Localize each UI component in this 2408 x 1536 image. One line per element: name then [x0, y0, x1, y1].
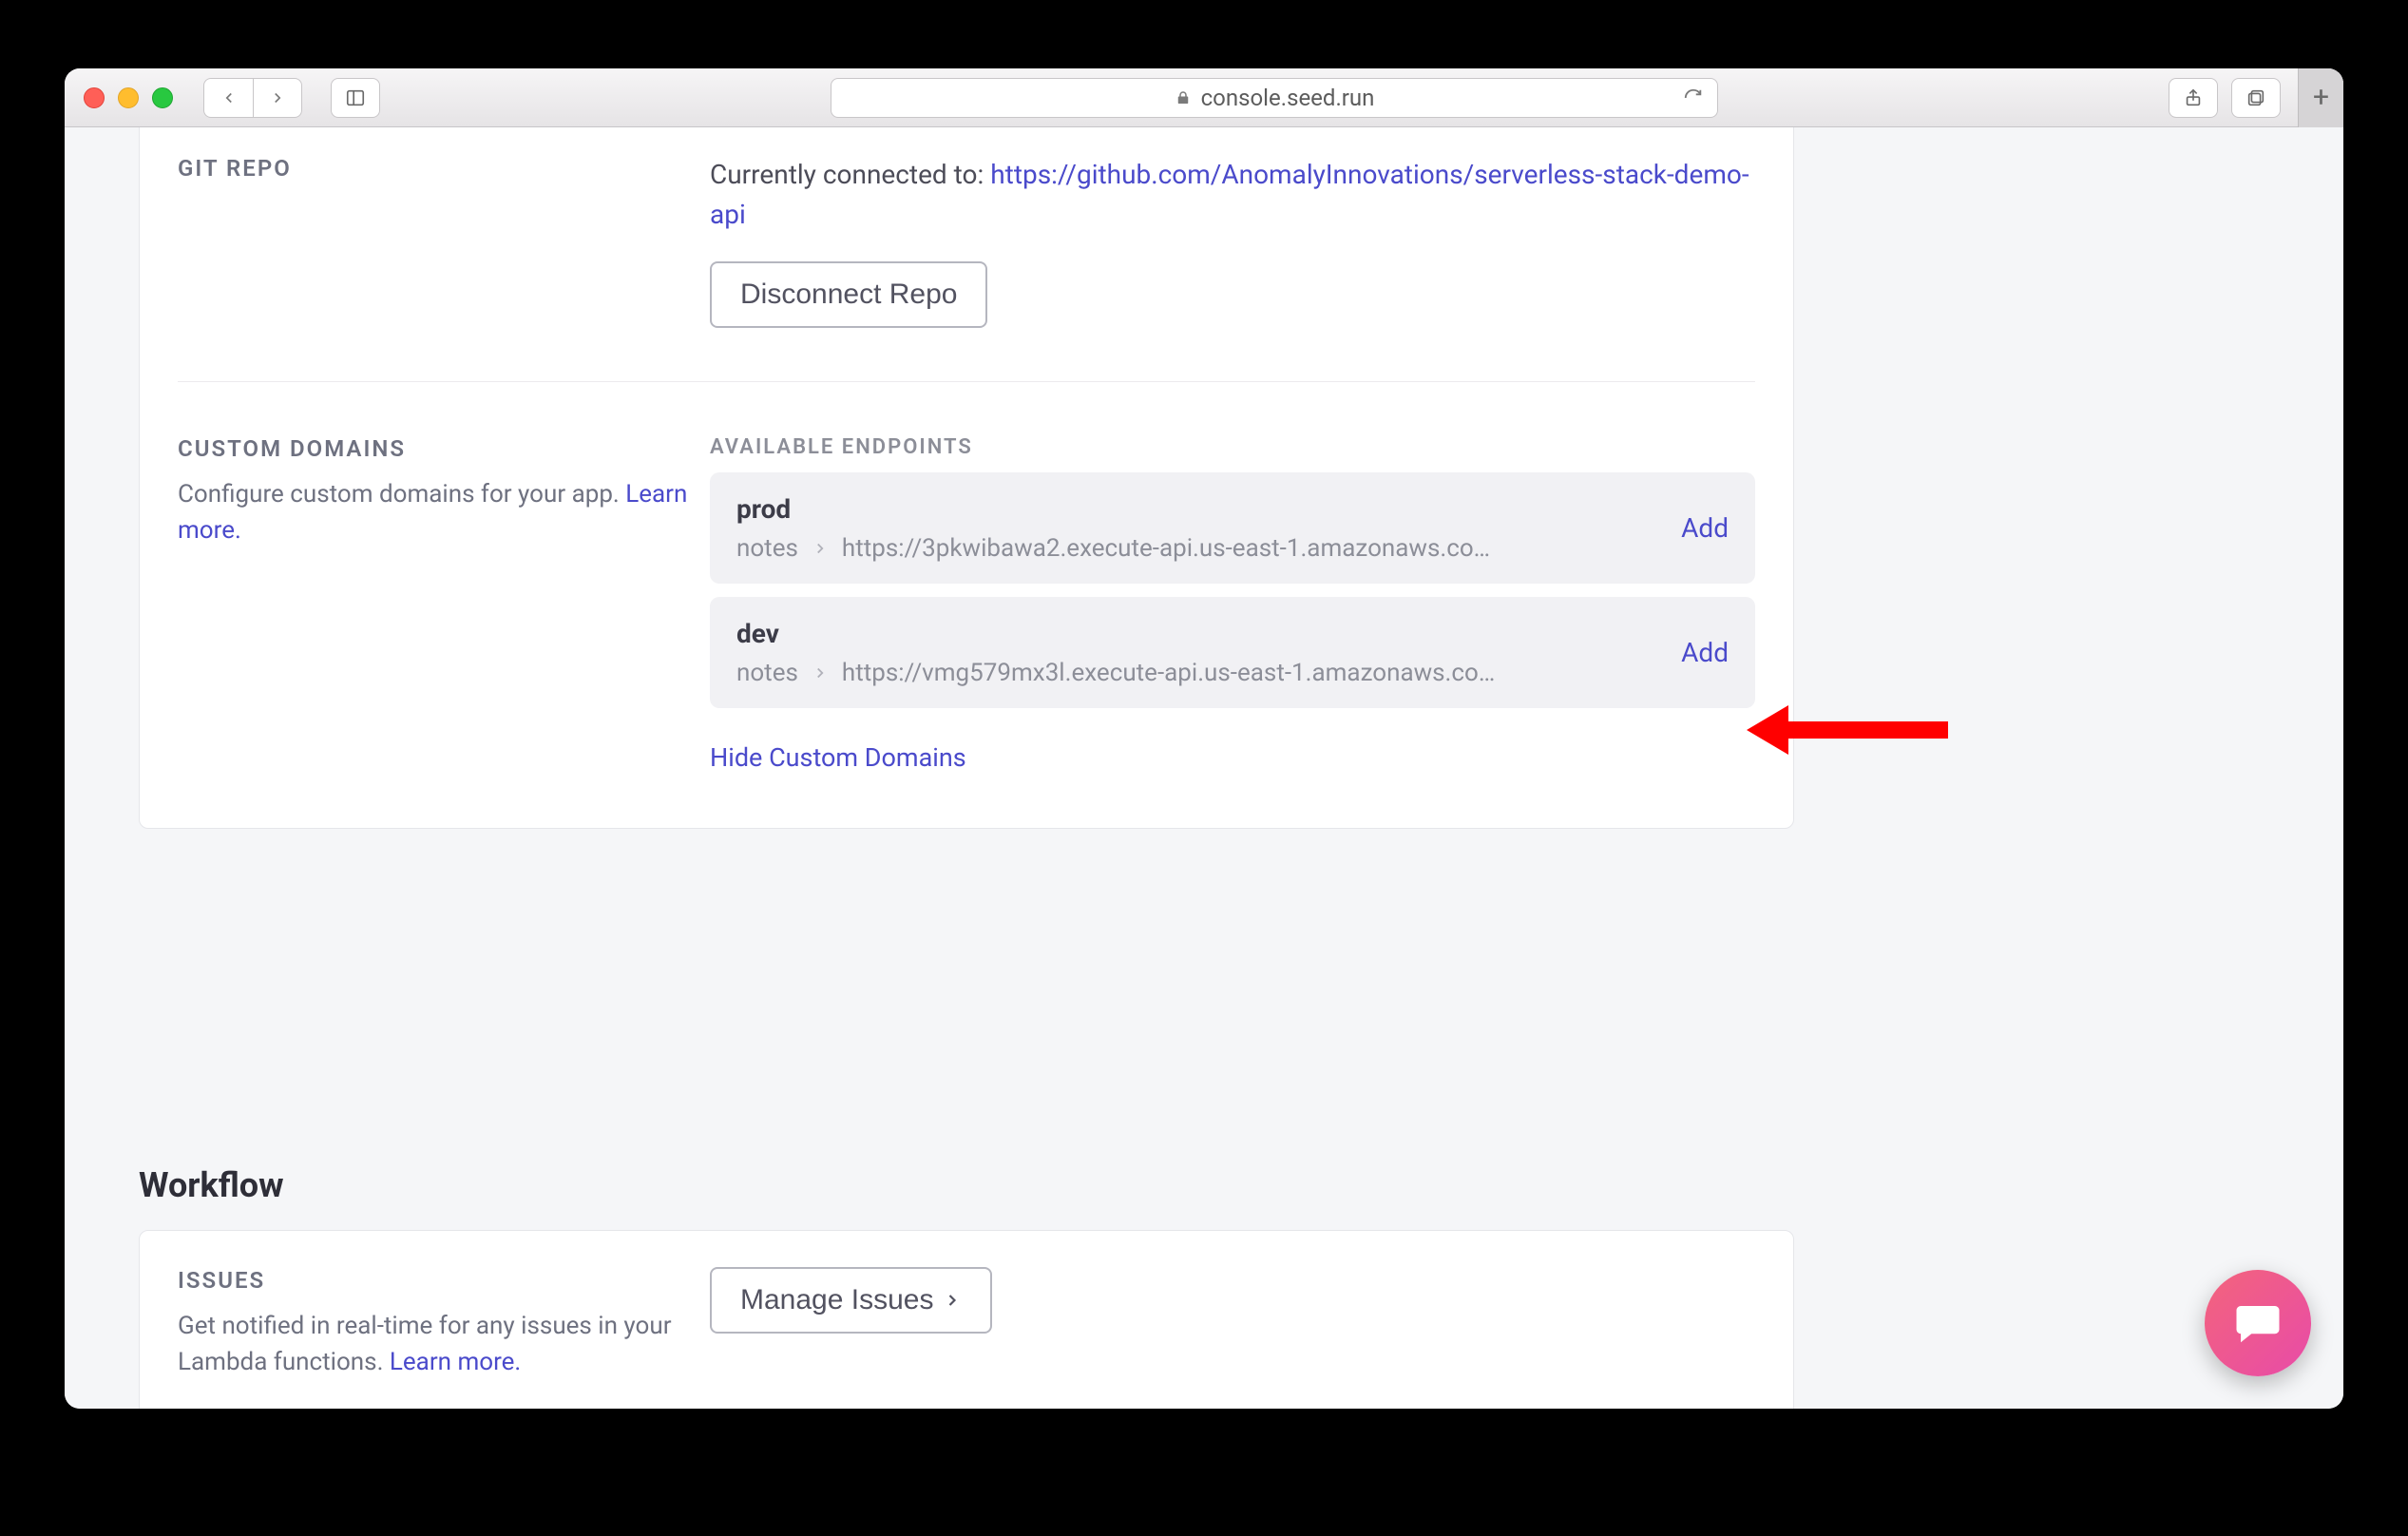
settings-card: GIT REPO Currently connected to: https:/…	[139, 127, 1794, 829]
tabs-button[interactable]	[2231, 78, 2281, 118]
nav-buttons	[203, 78, 302, 118]
endpoint-url: https://3pkwibawa2.execute-api.us-east-1…	[842, 534, 1658, 563]
traffic-lights	[78, 87, 173, 108]
custom-domains-desc-text: Configure custom domains for your app.	[178, 480, 625, 509]
chat-widget-button[interactable]	[2205, 1270, 2311, 1376]
disconnect-repo-button[interactable]: Disconnect Repo	[710, 261, 987, 328]
share-button[interactable]	[2169, 78, 2218, 118]
browser-titlebar: console.seed.run +	[65, 68, 2343, 127]
workflow-heading: Workflow	[139, 1165, 1794, 1205]
window-zoom-button[interactable]	[152, 87, 173, 108]
workflow-section-wrapper: Workflow ISSUES Get notified in real-tim…	[139, 1110, 1794, 1409]
issues-title: ISSUES	[178, 1267, 710, 1294]
custom-domains-desc: Configure custom domains for your app. L…	[178, 477, 710, 548]
git-repo-section: GIT REPO Currently connected to: https:/…	[178, 155, 1755, 328]
git-repo-title: GIT REPO	[178, 155, 710, 182]
chevron-right-icon	[943, 1291, 962, 1310]
hide-custom-domains-link[interactable]: Hide Custom Domains	[710, 742, 966, 773]
endpoint-add-button[interactable]: Add	[1681, 637, 1729, 668]
chat-icon	[2232, 1297, 2284, 1349]
git-repo-connected-text: Currently connected to: https://github.c…	[710, 155, 1755, 235]
back-button[interactable]	[203, 78, 253, 118]
reload-button[interactable]	[1683, 87, 1704, 108]
endpoint-add-button[interactable]: Add	[1681, 512, 1729, 544]
manage-issues-label: Manage Issues	[740, 1284, 933, 1316]
endpoint-row: prod notes https://3pkwibawa2.execute-ap…	[710, 472, 1755, 584]
endpoint-name: dev	[736, 618, 1658, 649]
window-minimize-button[interactable]	[118, 87, 139, 108]
endpoint-stack: notes	[736, 534, 798, 563]
page-viewport: GIT REPO Currently connected to: https:/…	[65, 127, 2343, 1409]
custom-domains-title: CUSTOM DOMAINS	[178, 435, 710, 462]
issues-section: ISSUES Get notified in real-time for any…	[178, 1267, 1755, 1380]
issues-desc: Get notified in real-time for any issues…	[178, 1309, 710, 1380]
endpoint-row: dev notes https://vmg579mx3l.execute-api…	[710, 597, 1755, 708]
git-repo-prefix: Currently connected to:	[710, 159, 990, 190]
custom-domains-section: CUSTOM DOMAINS Configure custom domains …	[178, 381, 1755, 773]
chevron-right-icon	[812, 540, 829, 557]
new-tab-button[interactable]: +	[2298, 68, 2343, 127]
window-close-button[interactable]	[84, 87, 105, 108]
chevron-right-icon	[812, 664, 829, 682]
lock-icon	[1175, 89, 1192, 106]
browser-window: console.seed.run + GIT REPO	[65, 68, 2343, 1409]
available-endpoints-heading: AVAILABLE ENDPOINTS	[710, 435, 1755, 459]
issues-learn-more-link[interactable]: Learn more.	[390, 1348, 521, 1376]
endpoint-stack: notes	[736, 659, 798, 687]
workflow-card: ISSUES Get notified in real-time for any…	[139, 1230, 1794, 1409]
address-bar[interactable]: console.seed.run	[831, 78, 1718, 118]
manage-issues-button[interactable]: Manage Issues	[710, 1267, 992, 1334]
endpoint-url: https://vmg579mx3l.execute-api.us-east-1…	[842, 659, 1658, 687]
sidebar-toggle-button[interactable]	[331, 78, 380, 118]
address-bar-domain: console.seed.run	[1201, 85, 1375, 111]
endpoint-name: prod	[736, 493, 1658, 525]
forward-button[interactable]	[253, 78, 302, 118]
right-toolbar: +	[2169, 68, 2330, 127]
